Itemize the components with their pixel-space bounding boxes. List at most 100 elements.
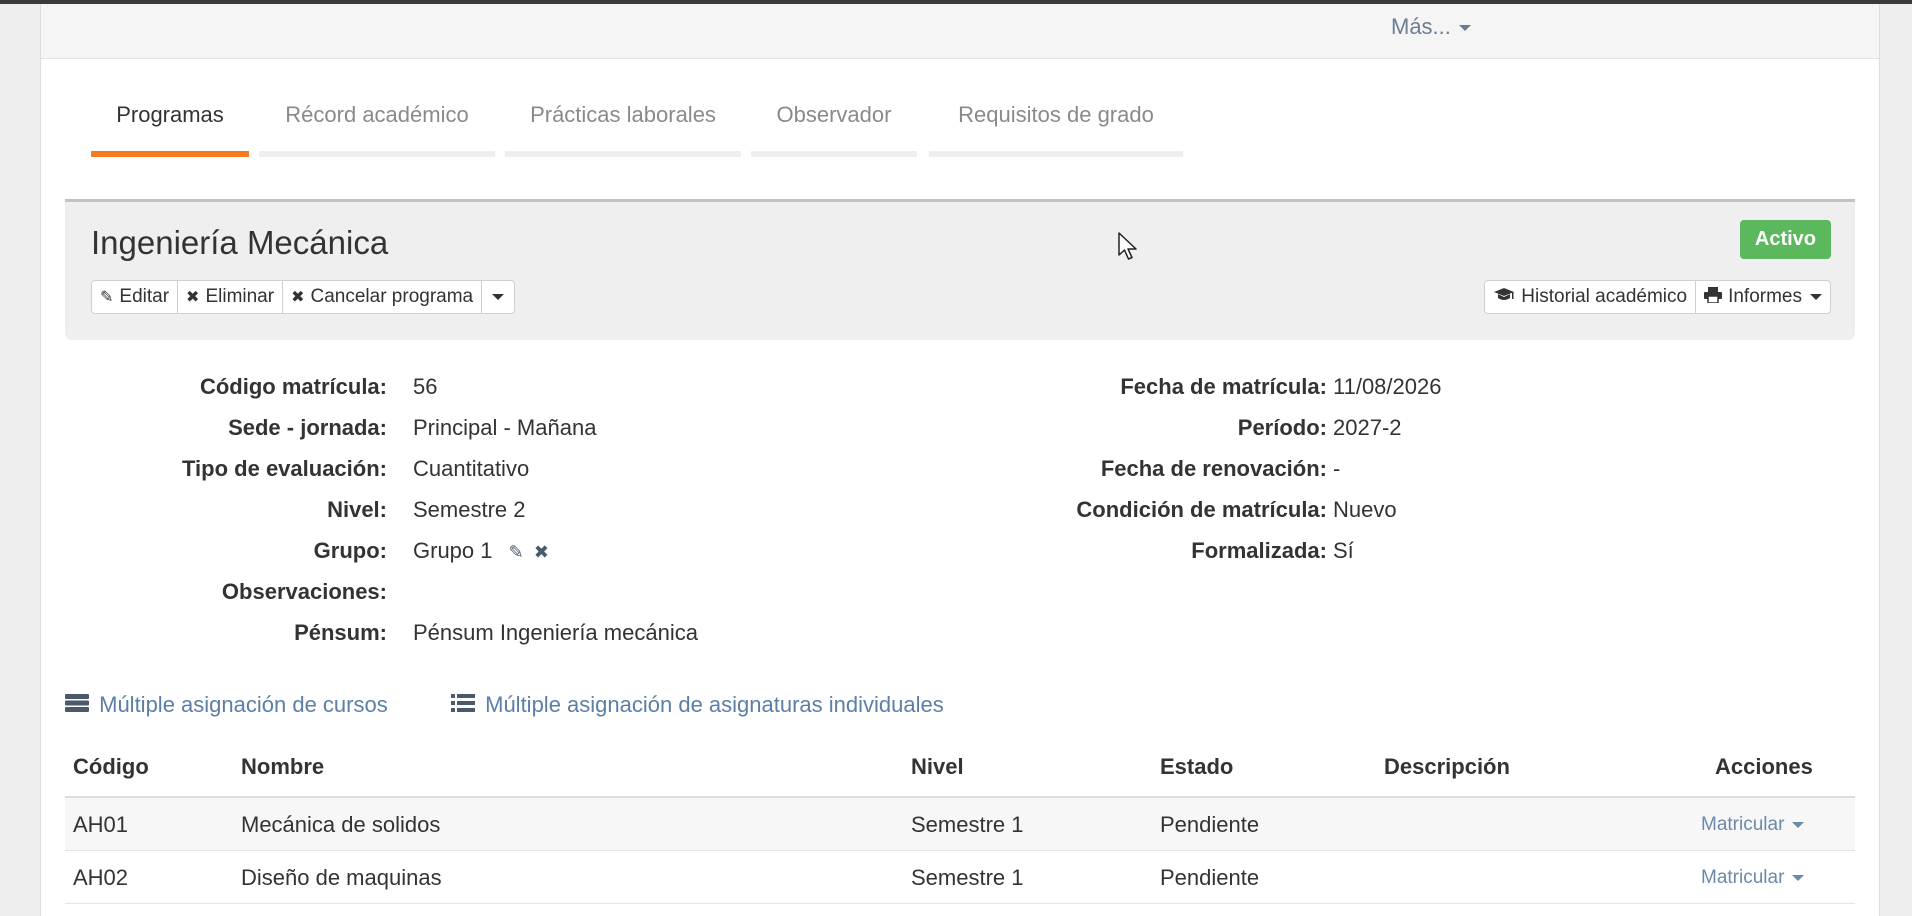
detail-label: Condición de matrícula: (1076, 497, 1327, 522)
detail-value: Semestre 2 (413, 497, 526, 522)
tab-practicas-laborales[interactable]: Prácticas laborales (505, 94, 741, 157)
column-header-actions: Acciones (1715, 754, 1813, 779)
detail-row: Formalizada: Sí (941, 536, 1841, 566)
caret-down-icon (492, 294, 505, 300)
enroll-label: Matricular (1701, 867, 1785, 888)
times-icon[interactable]: ✖ (534, 542, 549, 562)
caret-down-icon (1792, 874, 1805, 881)
column-header-status: Estado (1160, 754, 1234, 779)
caret-down-icon (1792, 821, 1805, 828)
caret-down-icon (1458, 25, 1471, 32)
table-row: AH02 Diseño de maquinas Semestre 1 Pendi… (65, 851, 1855, 904)
delete-button[interactable]: ✖ Eliminar (177, 280, 284, 314)
pencil-icon: ✎ (100, 289, 114, 306)
column-header-level: Nivel (911, 754, 964, 779)
detail-value: 56 (413, 374, 438, 399)
column-header-code: Código (73, 754, 149, 779)
tab-requisitos-de-grado[interactable]: Requisitos de grado (929, 94, 1183, 157)
cell-code: AH01 (73, 812, 129, 837)
cell-level: Semestre 1 (911, 812, 1024, 837)
more-actions-dropdown[interactable] (481, 280, 516, 314)
multiple-subjects-label: Múltiple asignación de asignaturas indiv… (485, 692, 944, 717)
tab-programas[interactable]: Programas (91, 94, 249, 157)
detail-row: Condición de matrícula: Nuevo (941, 495, 1841, 525)
detail-label: Pénsum: (294, 620, 387, 645)
detail-row: Nivel: Semestre 2 (41, 495, 941, 525)
detail-label: Formalizada: (1191, 538, 1327, 563)
edit-label: Editar (119, 286, 170, 307)
detail-label: Grupo: (313, 538, 387, 563)
academic-history-label: Historial académico (1521, 286, 1688, 307)
cell-status: Pendiente (1160, 865, 1260, 890)
enroll-dropdown[interactable]: Matricular (1701, 867, 1805, 889)
column-header-name: Nombre (241, 754, 325, 779)
program-actions-group: ✎ Editar ✖ Eliminar ✖ Cancelar programa (91, 280, 516, 314)
group-value: Grupo 1 (413, 538, 493, 563)
detail-value: 11/08/2026 (1333, 374, 1442, 399)
tab-label: Prácticas laborales (530, 102, 716, 127)
detail-row: Fecha de matrícula: 11/08/2026 (941, 372, 1841, 402)
tab-label: Récord académico (285, 102, 469, 127)
detail-label: Tipo de evaluación: (182, 456, 387, 481)
detail-row: Período: 2027-2 (941, 413, 1841, 443)
app-frame: Más... Programas Récord académico Prácti… (40, 4, 1880, 916)
cell-level: Semestre 1 (911, 865, 1024, 890)
program-header-panel: Ingeniería Mecánica Activo ✎ Editar ✖ El… (65, 199, 1855, 340)
detail-label: Nivel: (327, 497, 387, 522)
times-icon: ✖ (291, 289, 305, 306)
list-icon (451, 692, 481, 717)
status-badge: Activo (1739, 220, 1831, 259)
multiple-courses-label: Múltiple asignación de cursos (99, 692, 388, 717)
enroll-label: Matricular (1701, 814, 1785, 835)
detail-row: Fecha de renovación: - (941, 454, 1841, 484)
program-report-group: Historial académico Informes (1484, 280, 1831, 314)
detail-value: - (1333, 456, 1341, 481)
detail-label: Código matrícula: (199, 374, 387, 399)
mouse-pointer-icon (1118, 232, 1140, 267)
multiple-subjects-link[interactable]: Múltiple asignación de asignaturas indiv… (451, 692, 944, 718)
cell-code: AH02 (73, 865, 129, 890)
program-title: Ingeniería Mecánica (91, 224, 389, 261)
table-header: Código Nombre Nivel Estado Descripción A… (65, 744, 1855, 798)
more-menu-label: Más... (1391, 14, 1451, 39)
detail-value: Grupo 1 ✎ ✖ (413, 536, 549, 567)
detail-value: Nuevo (1333, 497, 1397, 522)
tab-observador[interactable]: Observador (751, 94, 917, 157)
detail-row: Tipo de evaluación: Cuantitativo (41, 454, 941, 484)
print-icon (1704, 286, 1723, 308)
tab-record-academico[interactable]: Récord académico (259, 94, 495, 157)
detail-row: Sede - jornada: Principal - Mañana (41, 413, 941, 443)
enroll-dropdown[interactable]: Matricular (1701, 814, 1805, 836)
caret-down-icon (1810, 294, 1822, 300)
cell-status: Pendiente (1160, 812, 1260, 837)
column-header-description: Descripción (1384, 754, 1510, 779)
times-icon: ✖ (186, 289, 200, 306)
detail-value: Cuantitativo (413, 456, 530, 481)
detail-label: Sede - jornada: (228, 415, 387, 440)
detail-value: 2027-2 (1333, 415, 1402, 440)
multiple-courses-link[interactable]: Múltiple asignación de cursos (65, 692, 388, 718)
edit-button[interactable]: ✎ Editar (91, 280, 179, 314)
detail-label: Período: (1237, 415, 1327, 440)
graduation-cap-icon (1493, 287, 1515, 308)
cancel-program-button[interactable]: ✖ Cancelar programa (282, 280, 483, 314)
detail-value: Sí (1333, 538, 1354, 563)
detail-row: Pénsum: Pénsum Ingeniería mecánica (41, 618, 941, 648)
server-icon (65, 692, 95, 717)
top-navbar: Más... (41, 4, 1879, 59)
reports-dropdown-button[interactable]: Informes (1695, 280, 1831, 314)
delete-label: Eliminar (205, 286, 275, 307)
detail-row: Observaciones: (41, 577, 941, 607)
detail-label: Fecha de renovación: (1100, 456, 1327, 481)
reports-label: Informes (1728, 286, 1802, 307)
academic-history-button[interactable]: Historial académico (1484, 280, 1697, 314)
detail-label: Fecha de matrícula: (1120, 374, 1327, 399)
detail-row: Código matrícula: 56 (41, 372, 941, 402)
detail-label: Observaciones: (221, 579, 387, 604)
table-row: AH01 Mecánica de solidos Semestre 1 Pend… (65, 798, 1855, 851)
tab-label: Requisitos de grado (958, 102, 1154, 127)
more-menu[interactable]: Más... (1391, 14, 1471, 40)
cell-name: Diseño de maquinas (241, 865, 442, 890)
pencil-icon[interactable]: ✎ (509, 542, 524, 562)
cell-name: Mecánica de solidos (241, 812, 441, 837)
